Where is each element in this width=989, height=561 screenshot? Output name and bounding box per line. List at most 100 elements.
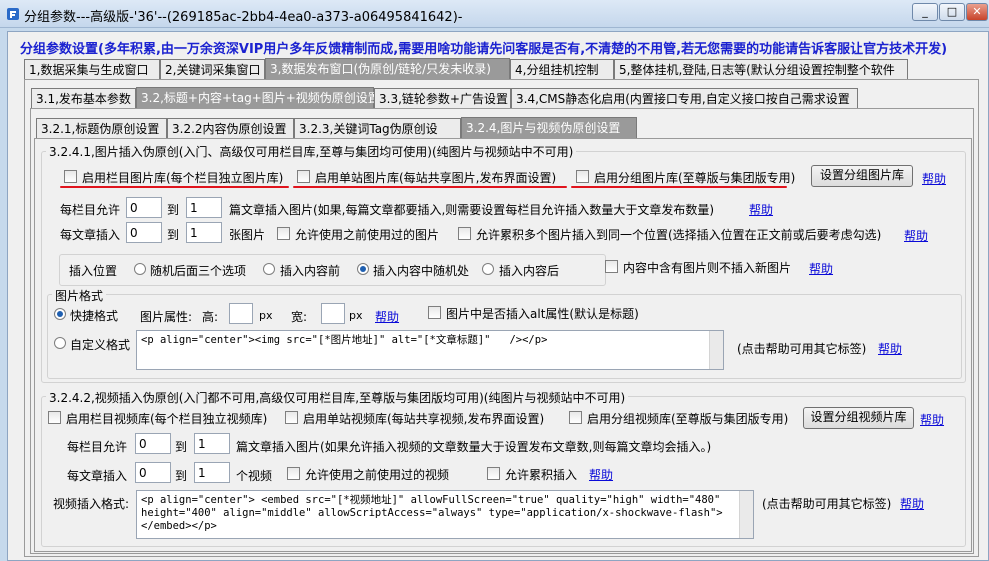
video-per-column-label: 每栏目允许 bbox=[67, 440, 128, 454]
to-label: 到 bbox=[175, 440, 188, 454]
video-group-title: 3.2.4.2,视频插入伪原创(入门都不可用,高级仅可用栏目库,至尊版与集团版均… bbox=[46, 389, 629, 406]
to-label: 到 bbox=[175, 469, 188, 483]
image-lib-help-link[interactable]: 帮助 bbox=[922, 170, 946, 187]
tab-pseudo-original[interactable]: 3.2,标题+内容+tag+图片+视频伪原创设置 bbox=[136, 87, 380, 108]
tab-content-pseudo[interactable]: 3.2.2内容伪原创设置 bbox=[167, 118, 294, 138]
per-article-to-input[interactable] bbox=[186, 222, 222, 243]
position-random-label: 随机后面三个选项 bbox=[150, 264, 247, 278]
column-image-lib-label: 启用栏目图片库(每个栏目独立图片库) bbox=[82, 171, 284, 185]
per-column-from-input[interactable] bbox=[126, 197, 162, 218]
site-image-lib-checkbox[interactable] bbox=[297, 170, 310, 183]
custom-format-hint: (点击帮助可用其它标签) bbox=[737, 342, 867, 356]
highlight-underline bbox=[293, 186, 567, 188]
tab-cms-static[interactable]: 3.4,CMS静态化启用(内置接口专用,自定义接口按自己需求设置 bbox=[511, 88, 858, 108]
allow-multi-images-label: 允许累积多个图片插入到同一个位置(选择插入位置在正文前或后要考虑勾选) bbox=[476, 228, 882, 242]
tab-publish-basic[interactable]: 3.1,发布基本参数 bbox=[31, 88, 136, 108]
video-per-column-desc: 篇文章插入图片(如果允许插入视频的文章数量大于设置发布文章数,则每篇文章均会插入… bbox=[236, 440, 712, 454]
image-height-input[interactable] bbox=[229, 303, 253, 324]
video-per-article-help-link[interactable]: 帮助 bbox=[589, 466, 613, 483]
position-label: 插入位置 bbox=[69, 264, 118, 278]
highlight-underline bbox=[571, 186, 787, 188]
fast-format-label: 快捷格式 bbox=[70, 309, 119, 323]
app-icon bbox=[7, 8, 19, 20]
position-help-link[interactable]: 帮助 bbox=[809, 260, 833, 277]
video-lib-help-link[interactable]: 帮助 bbox=[920, 411, 944, 428]
image-group-title: 3.2.4.1,图片插入伪原创(入门、高级仅可用栏目库,至尊与集团均可使用)(纯… bbox=[46, 143, 577, 160]
tab-keyword-collect[interactable]: 2,关键词采集窗口 bbox=[160, 59, 265, 79]
set-group-video-lib-button[interactable]: 设置分组视频片库 bbox=[803, 407, 914, 429]
position-after-label: 插入内容后 bbox=[499, 264, 560, 278]
image-format-title: 图片格式 bbox=[52, 287, 107, 304]
alt-attr-label: 图片中是否插入alt属性(默认是标题) bbox=[446, 307, 639, 321]
position-middle-radio[interactable] bbox=[357, 263, 369, 275]
tab-data-publish[interactable]: 3,数据发布窗口(伪原创/链轮/只发未收录) bbox=[265, 58, 510, 79]
per-column-help-link[interactable]: 帮助 bbox=[749, 201, 773, 218]
minimize-button[interactable]: _ bbox=[912, 3, 938, 21]
video-format-help-link[interactable]: 帮助 bbox=[900, 495, 924, 512]
per-article-from-input[interactable] bbox=[126, 222, 162, 243]
site-video-lib-label: 启用单站视频库(每站共享视频,发布界面设置) bbox=[303, 412, 545, 426]
video-per-article-to-input[interactable] bbox=[194, 462, 230, 483]
custom-format-radio[interactable] bbox=[54, 337, 66, 349]
video-per-column-to-input[interactable] bbox=[194, 433, 230, 454]
textarea-scrollbar[interactable] bbox=[709, 331, 723, 369]
position-before-label: 插入内容前 bbox=[280, 264, 341, 278]
site-video-lib-checkbox[interactable] bbox=[285, 411, 298, 424]
column-image-lib-checkbox[interactable] bbox=[64, 170, 77, 183]
column-video-lib-checkbox[interactable] bbox=[48, 411, 61, 424]
video-format-textarea[interactable]: <p align="center"> <embed src="[*视频地址]" … bbox=[136, 490, 754, 539]
tab-link-wheel[interactable]: 3.3,链轮参数+广告设置 bbox=[374, 88, 511, 108]
per-article-unit: 张图片 bbox=[229, 228, 266, 242]
per-column-label: 每栏目允许 bbox=[60, 203, 121, 217]
image-attr-label: 图片属性: bbox=[140, 310, 193, 324]
set-group-image-lib-button[interactable]: 设置分组图片库 bbox=[811, 165, 913, 187]
highlight-underline bbox=[60, 186, 289, 188]
notice-banner: 分组参数设置(多年积累,由一万余资深VIP用户多年反馈精制而成,需要用啥功能请先… bbox=[20, 42, 948, 57]
height-px-label: px bbox=[259, 309, 273, 322]
position-after-radio[interactable] bbox=[482, 263, 494, 275]
close-button[interactable]: ✕ bbox=[966, 3, 988, 21]
per-column-to-input[interactable] bbox=[186, 197, 222, 218]
per-article-label: 每文章插入 bbox=[60, 228, 121, 242]
position-before-radio[interactable] bbox=[263, 263, 275, 275]
allow-used-images-label: 允许使用之前使用过的图片 bbox=[295, 228, 440, 242]
tab-image-video-pseudo[interactable]: 3.2.4,图片与视频伪原创设置 bbox=[461, 117, 637, 138]
format-help-link[interactable]: 帮助 bbox=[375, 308, 399, 325]
to-label: 到 bbox=[167, 203, 180, 217]
group-image-lib-label: 启用分组图片库(至尊版与集团版专用) bbox=[594, 171, 796, 185]
allow-multi-videos-label: 允许累积插入 bbox=[505, 468, 578, 482]
video-textarea-scrollbar[interactable] bbox=[739, 491, 753, 538]
width-label: 宽: bbox=[291, 310, 308, 324]
video-format-label: 视频插入格式: bbox=[53, 497, 130, 511]
custom-format-textarea[interactable]: <p align="center"><img src="[*图片地址]" alt… bbox=[136, 330, 724, 370]
to-label: 到 bbox=[167, 228, 180, 242]
tab-group-control[interactable]: 4,分组挂机控制 bbox=[510, 59, 614, 79]
allow-multi-videos-checkbox[interactable] bbox=[487, 467, 500, 480]
maximize-button[interactable]: □ bbox=[939, 3, 965, 21]
image-width-input[interactable] bbox=[321, 303, 345, 324]
video-per-article-unit: 个视频 bbox=[236, 469, 273, 483]
height-label: 高: bbox=[202, 310, 219, 324]
alt-attr-checkbox[interactable] bbox=[428, 306, 441, 319]
allow-used-videos-checkbox[interactable] bbox=[287, 467, 300, 480]
column-video-lib-label: 启用栏目视频库(每个栏目独立视频库) bbox=[66, 412, 268, 426]
tab-tag-pseudo[interactable]: 3.2.3,关键词Tag伪原创设 bbox=[294, 118, 461, 138]
site-image-lib-label: 启用单站图片库(每站共享图片,发布界面设置) bbox=[315, 171, 557, 185]
tab-title-pseudo[interactable]: 3.2.1,标题伪原创设置 bbox=[36, 118, 167, 138]
fast-format-radio[interactable] bbox=[54, 308, 66, 320]
group-image-lib-checkbox[interactable] bbox=[576, 170, 589, 183]
allow-used-images-checkbox[interactable] bbox=[277, 227, 290, 240]
custom-format-help-link[interactable]: 帮助 bbox=[878, 340, 902, 357]
group-video-lib-checkbox[interactable] bbox=[569, 411, 582, 424]
video-per-column-from-input[interactable] bbox=[135, 433, 171, 454]
skip-if-has-image-checkbox[interactable] bbox=[605, 260, 618, 273]
skip-if-has-image-label: 内容中含有图片则不插入新图片 bbox=[623, 261, 792, 275]
per-article-help-link[interactable]: 帮助 bbox=[904, 227, 928, 244]
tab-overall[interactable]: 5,整体挂机,登陆,日志等(默认分组设置控制整个软件 bbox=[614, 59, 908, 79]
tab-data-collect[interactable]: 1,数据采集与生成窗口 bbox=[24, 59, 160, 79]
position-random-radio[interactable] bbox=[134, 263, 146, 275]
allow-multi-images-checkbox[interactable] bbox=[458, 227, 471, 240]
video-per-article-from-input[interactable] bbox=[135, 462, 171, 483]
per-column-desc: 篇文章插入图片(如果,每篇文章都要插入,则需要设置每栏目允许插入数量大于文章发布… bbox=[229, 203, 714, 217]
custom-format-label: 自定义格式 bbox=[70, 338, 131, 352]
